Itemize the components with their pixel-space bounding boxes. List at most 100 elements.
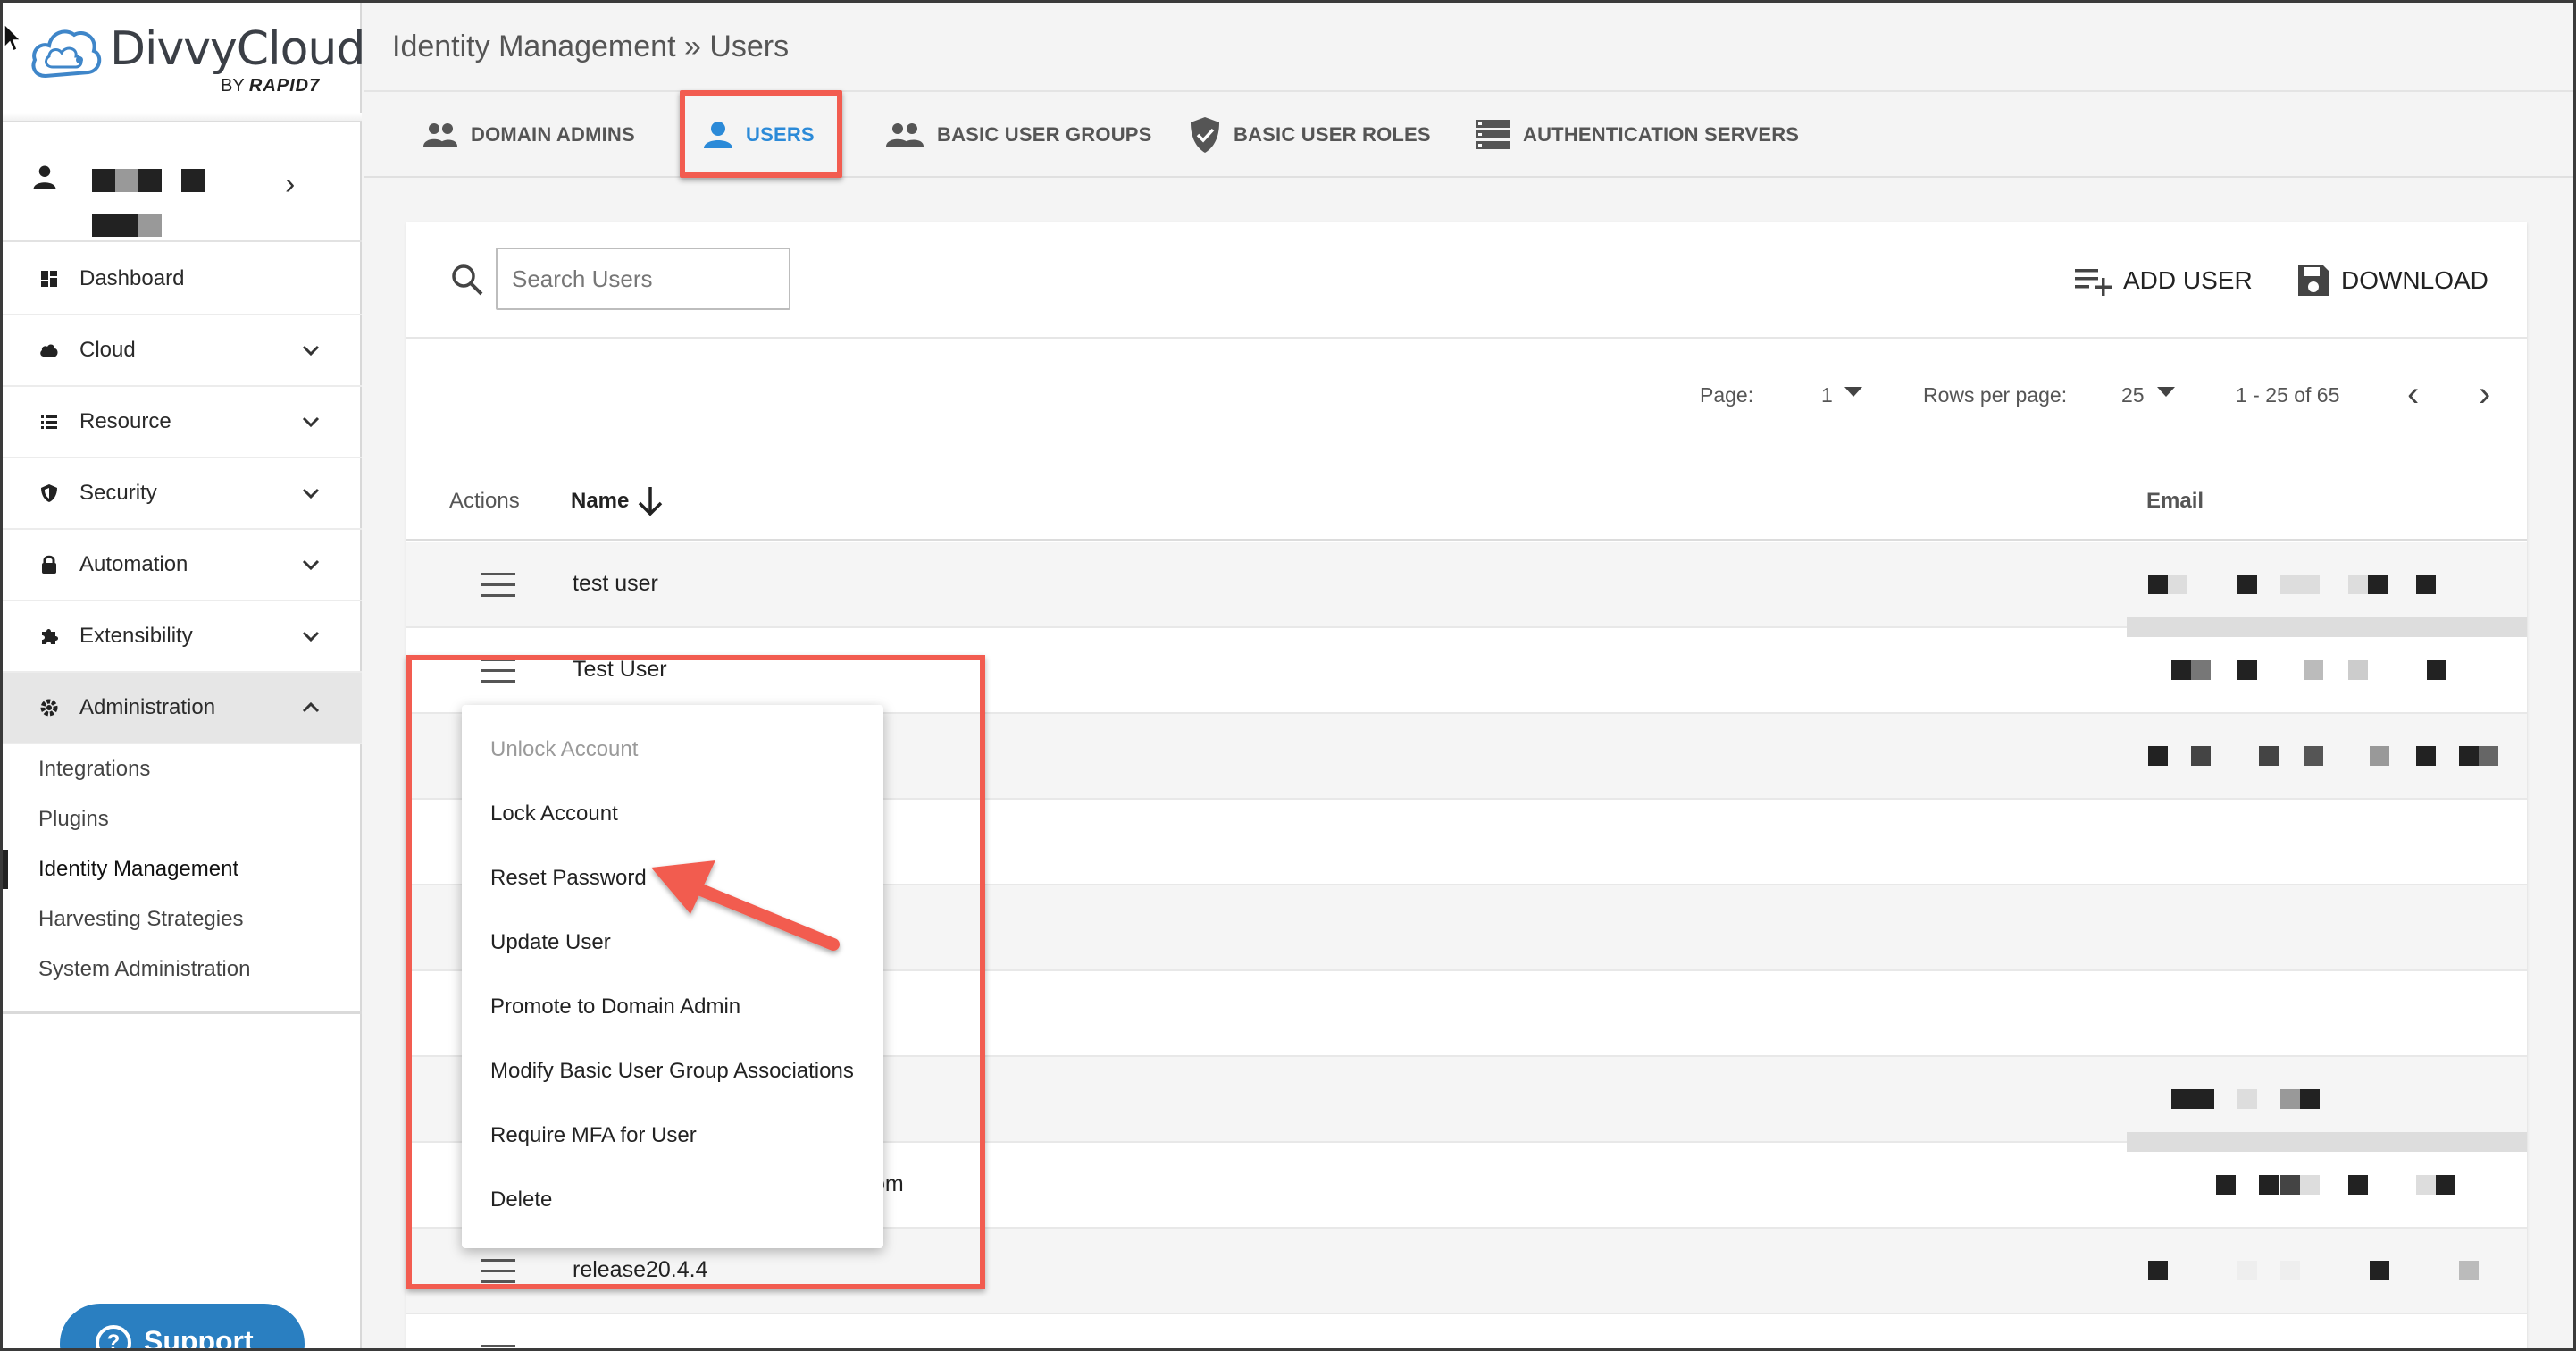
rows-per-page-value[interactable]: 25 [2121, 383, 2145, 407]
puzzle-icon [42, 629, 58, 644]
sidebar-subitem-plugins[interactable]: Plugins [3, 794, 362, 844]
hamburger-menu-icon[interactable] [481, 573, 515, 598]
support-button[interactable]: ? Support [60, 1304, 305, 1351]
annotation-arrow-icon [651, 860, 840, 951]
tab-authentication-servers[interactable]: AUTHENTICATION SERVERS [1475, 94, 1799, 176]
row-actions-menu: Unlock Account Lock Account Reset Passwo… [462, 705, 883, 1248]
column-header-actions: Actions [449, 489, 520, 513]
sidebar-item-cloud[interactable]: Cloud [3, 315, 362, 387]
save-icon [2298, 265, 2329, 296]
column-header-name[interactable]: Name [571, 489, 629, 514]
mouse-cursor-icon [4, 22, 22, 53]
sidebar-item-label: Automation [79, 552, 188, 576]
table-row[interactable] [406, 1314, 2527, 1348]
menu-item-require-mfa[interactable]: Require MFA for User [490, 1123, 697, 1148]
menu-item-delete[interactable]: Delete [490, 1187, 552, 1213]
search-input[interactable] [496, 248, 790, 310]
search-icon[interactable] [449, 262, 485, 298]
column-header-email[interactable]: Email [2146, 489, 2204, 514]
chevron-down-icon[interactable] [297, 337, 324, 364]
email-cell-redacted [2127, 1057, 2527, 1152]
chevron-up-icon[interactable] [297, 694, 324, 721]
list-icon [41, 415, 57, 429]
sidebar-subitem-label: System Administration [38, 957, 251, 981]
add-user-button[interactable]: ADD USER [2075, 258, 2253, 303]
user-name-cell: test user [573, 571, 658, 596]
menu-item-reset-password[interactable]: Reset Password [490, 866, 647, 891]
add-list-icon [2075, 269, 2112, 296]
tab-label: BASIC USER ROLES [1234, 123, 1431, 146]
users-toolbar: ADD USER DOWNLOAD [406, 222, 2527, 339]
sidebar-subitem-identity-management[interactable]: Identity Management [3, 844, 362, 894]
page-select-value[interactable]: 1 [1821, 383, 1833, 407]
sidebar-item-security[interactable]: Security [3, 458, 362, 530]
hamburger-menu-icon[interactable] [481, 1345, 515, 1348]
email-cell-redacted [2127, 1229, 2527, 1314]
cloud-icon [40, 344, 58, 357]
sidebar-item-automation[interactable]: Automation [3, 530, 362, 601]
tab-basic-user-roles[interactable]: BASIC USER ROLES [1189, 94, 1431, 176]
chevron-left-icon[interactable]: ‹ [2407, 374, 2419, 415]
sidebar-item-label: Cloud [79, 338, 136, 362]
chevron-right-icon[interactable]: › [285, 167, 295, 202]
chevron-down-icon[interactable] [297, 480, 324, 507]
email-cell-redacted [2127, 542, 2527, 637]
email-cell-redacted [2127, 1143, 2527, 1229]
sidebar-subitem-label: Identity Management [38, 857, 239, 881]
menu-item-modify-group-associations[interactable]: Modify Basic User Group Associations [490, 1059, 854, 1084]
brand-by: BY [221, 76, 245, 96]
sidebar-item-label: Extensibility [79, 624, 193, 648]
email-cell-redacted [2127, 714, 2527, 800]
logo[interactable]: DivvyCloud BY RAPID7 [29, 19, 365, 108]
sidebar-divider [3, 1011, 362, 1014]
tab-domain-admins[interactable]: DOMAIN ADMINS [422, 94, 635, 176]
user-profile[interactable]: › [3, 124, 362, 242]
sort-down-arrow-icon[interactable] [635, 485, 665, 517]
tab-label: BASIC USER GROUPS [937, 123, 1152, 146]
page-label: Page: [1700, 383, 1754, 407]
chevron-down-icon[interactable] [297, 551, 324, 578]
caret-down-icon[interactable] [2157, 387, 2175, 397]
lock-icon [42, 555, 56, 574]
sidebar-item-resource[interactable]: Resource [3, 387, 362, 458]
sidebar-item-label: Dashboard [79, 266, 185, 290]
app-window: DivvyCloud BY RAPID7 › Dashboard Cloud R… [0, 0, 2576, 1351]
menu-item-update-user[interactable]: Update User [490, 930, 611, 955]
brand-byline: BY RAPID7 [221, 76, 320, 96]
menu-item-unlock-account: Unlock Account [490, 737, 639, 761]
rows-per-page-label: Rows per page: [1923, 383, 2068, 407]
chevron-down-icon[interactable] [297, 408, 324, 435]
tab-basic-user-groups[interactable]: BASIC USER GROUPS [885, 94, 1152, 176]
menu-item-lock-account[interactable]: Lock Account [490, 801, 618, 827]
tab-label: DOMAIN ADMINS [471, 123, 635, 146]
users-tab-highlight-box [680, 90, 842, 178]
chevron-right-icon[interactable]: › [2479, 374, 2490, 415]
shield-icon [41, 484, 57, 502]
download-button[interactable]: DOWNLOAD [2296, 258, 2488, 303]
page-range: 1 - 25 of 65 [2236, 383, 2340, 407]
sidebar-item-extensibility[interactable]: Extensibility [3, 601, 362, 673]
table-header: Actions Name Email [406, 455, 2527, 541]
sidebar-subitem-harvesting-strategies[interactable]: Harvesting Strategies [3, 894, 362, 944]
user-name-redacted [92, 146, 208, 237]
sidebar-subitem-label: Plugins [38, 807, 109, 831]
logo-divider [3, 113, 362, 122]
sidebar-item-administration[interactable]: Administration [3, 673, 362, 744]
user-icon [33, 165, 56, 189]
sidebar-item-label: Security [79, 481, 157, 505]
pagination: Page: 1 Rows per page: 25 1 - 25 of 65 ‹… [406, 339, 2527, 455]
page-header: Identity Management » Users [364, 3, 2573, 92]
tab-label: AUTHENTICATION SERVERS [1523, 123, 1800, 146]
caret-down-icon[interactable] [1844, 387, 1862, 397]
sidebar-item-dashboard[interactable]: Dashboard [3, 244, 362, 315]
server-icon [1476, 120, 1510, 149]
dashboard-icon [41, 271, 57, 287]
support-label: Support [144, 1325, 254, 1351]
menu-item-promote-to-domain-admin[interactable]: Promote to Domain Admin [490, 994, 740, 1020]
table-row[interactable]: test user [406, 542, 2527, 637]
breadcrumb: Identity Management » Users [392, 29, 790, 63]
sidebar-subitem-system-administration[interactable]: System Administration [3, 944, 362, 994]
sidebar-subitem-label: Harvesting Strategies [38, 907, 244, 931]
sidebar-subitem-integrations[interactable]: Integrations [3, 744, 362, 794]
chevron-down-icon[interactable] [297, 623, 324, 650]
